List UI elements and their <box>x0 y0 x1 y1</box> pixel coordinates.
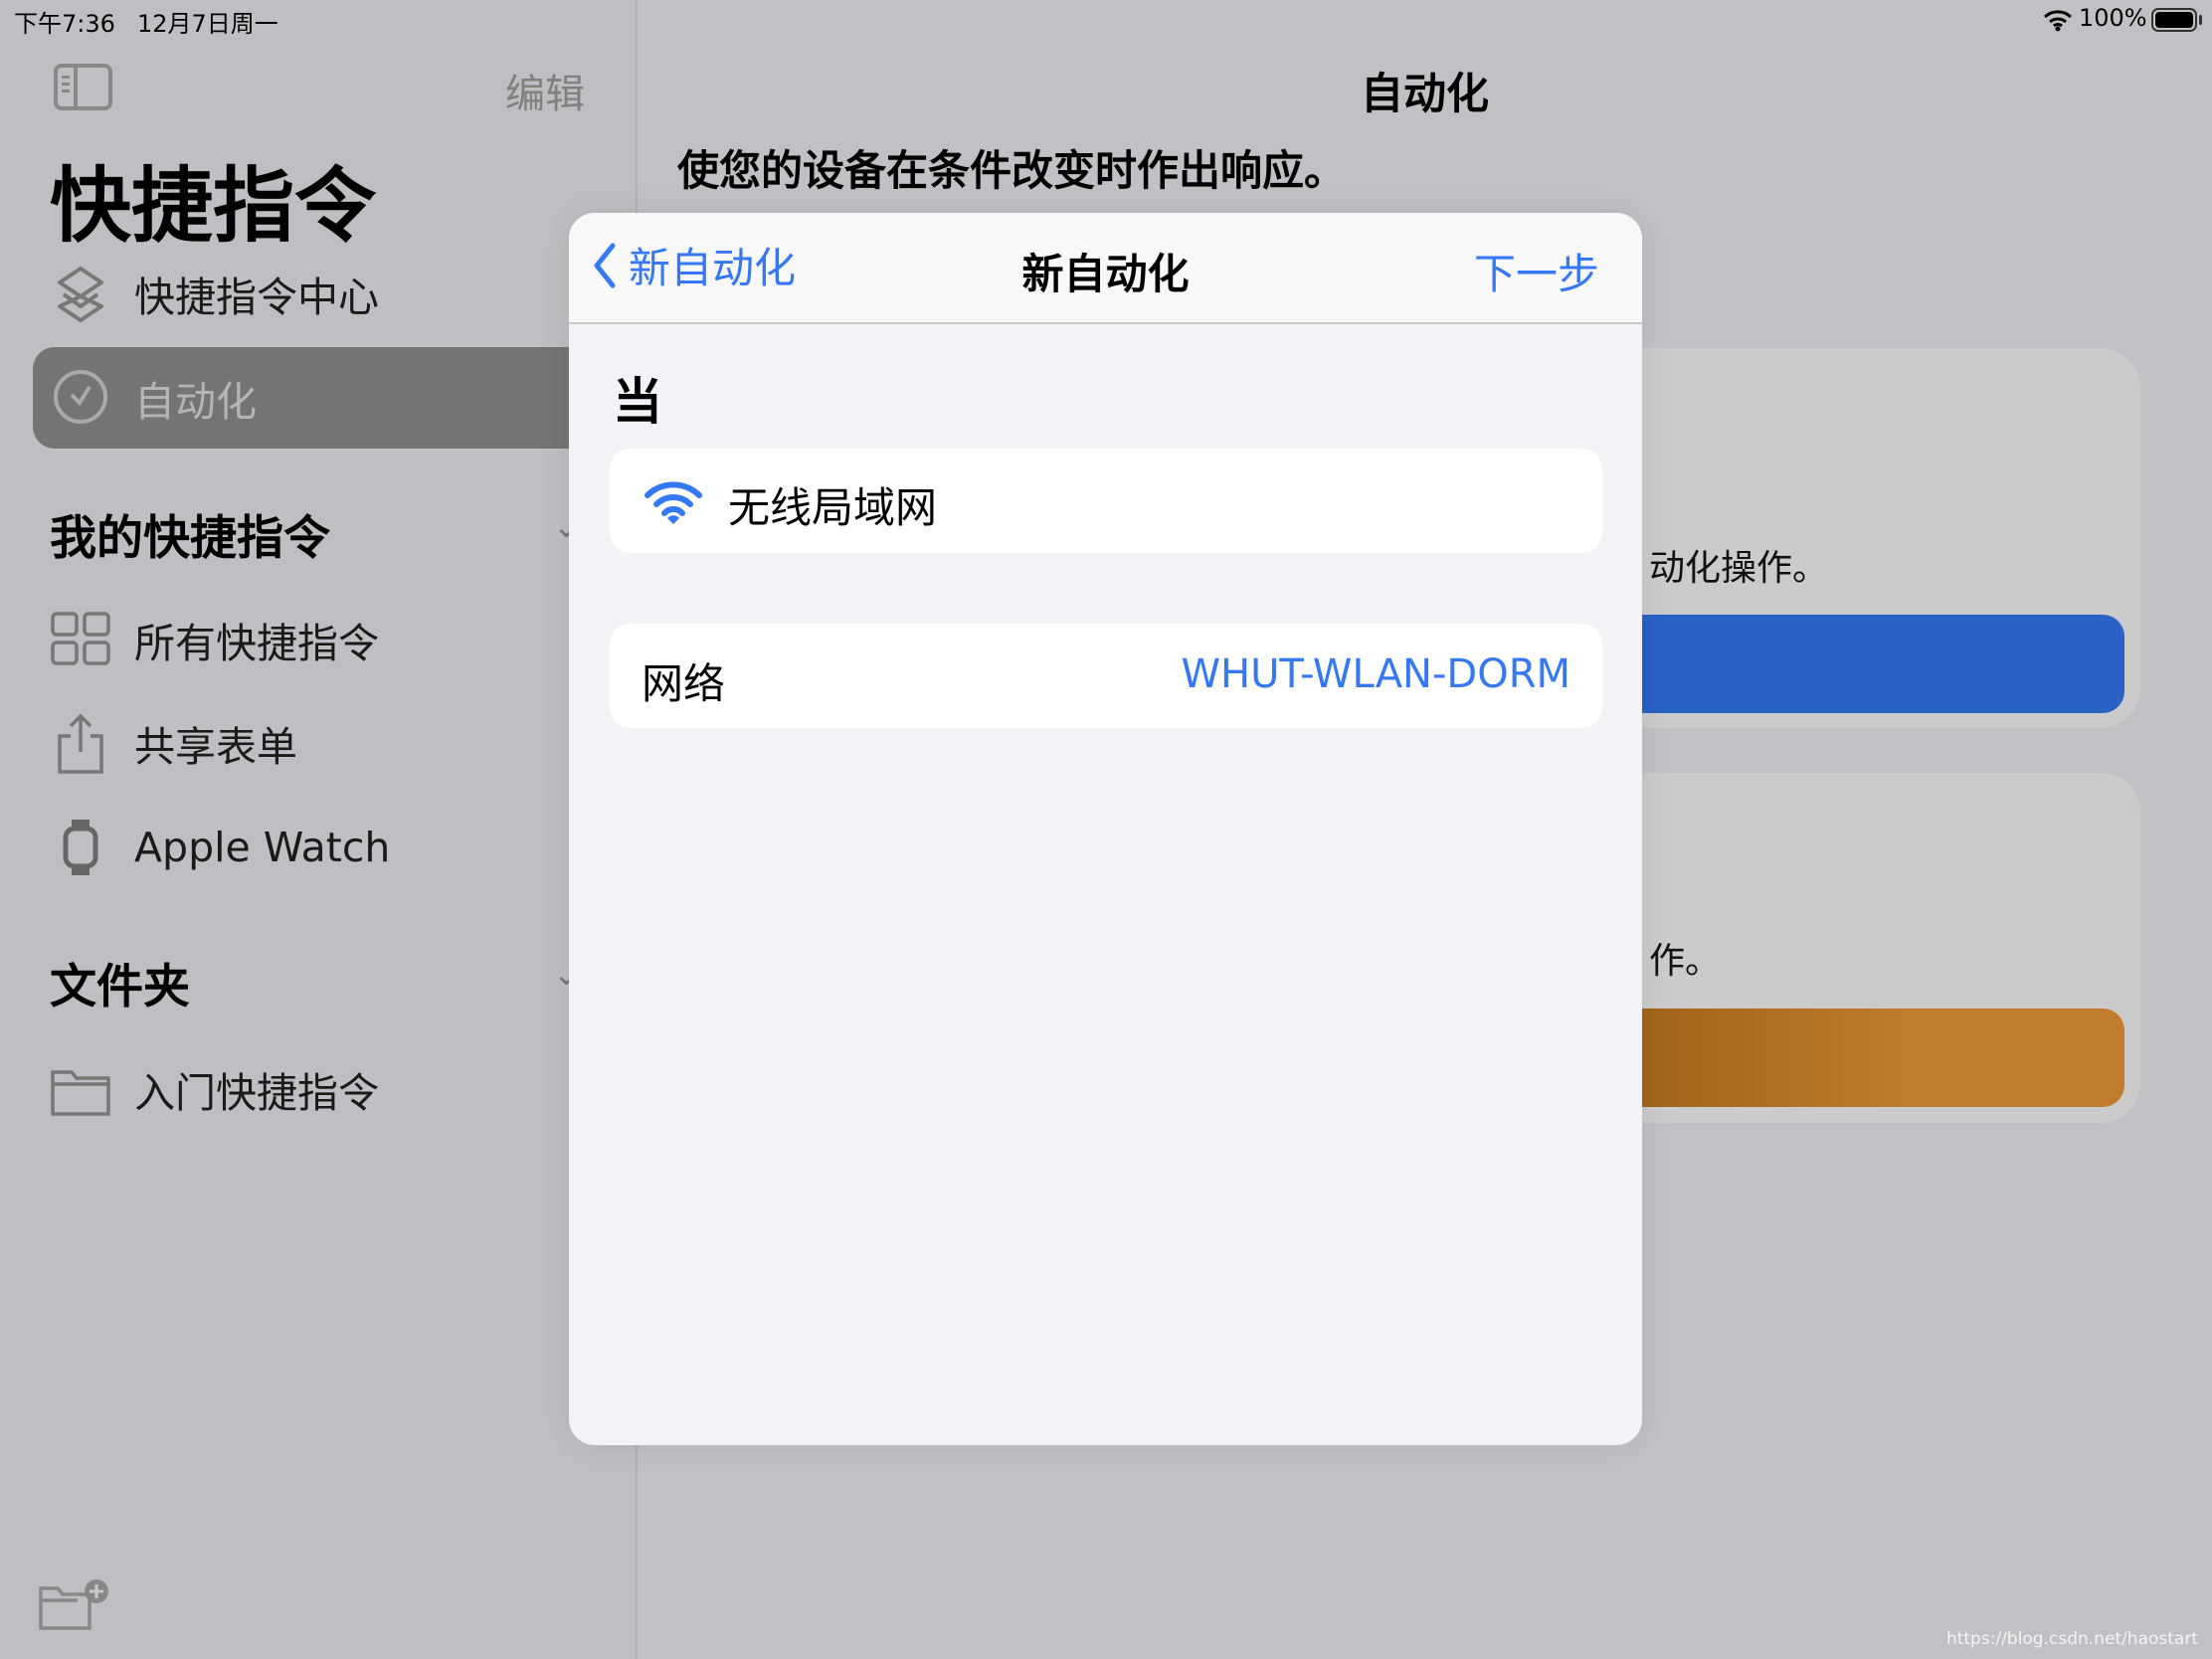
page-title: 自动化 <box>1361 70 1489 119</box>
sidebar-item-automation[interactable]: 自动化 <box>33 347 649 449</box>
sidebar-title: 快捷指令 <box>50 159 377 254</box>
my-shortcuts-header: 我的快捷指令 <box>50 511 330 566</box>
sidebar-item-folder[interactable]: 入门快捷指令 <box>0 1039 638 1139</box>
sidebar-item-label: 入门快捷指令 <box>134 1069 379 1117</box>
wifi-status-icon <box>2043 10 2073 32</box>
share-icon <box>58 713 103 774</box>
folders-header: 文件夹 <box>50 960 190 1014</box>
sidebar-item-label: 所有快捷指令 <box>134 620 379 667</box>
battery-percent: 100% <box>2079 4 2147 32</box>
trigger-row[interactable]: 无线局域网 <box>610 449 1602 553</box>
sidebar-item-gallery[interactable]: 快捷指令中心 <box>0 244 638 343</box>
network-row[interactable]: 网络 WHUT-WLAN-DORM <box>610 624 1602 728</box>
folder-icon <box>51 1070 110 1116</box>
sidebar: 编辑 快捷指令 快捷指令中心 自动化 我的快捷指令 ⌄ 所有快捷指令 共享表单 … <box>0 0 649 1659</box>
new-automation-sheet: 新自动化 新自动化 下一步 当 无线局域网 网络 WHUT-WLAN-DORM <box>569 213 1642 1445</box>
grid-icon <box>51 612 110 665</box>
card-description: 动化操作。 <box>1649 548 1829 589</box>
network-label: 网络 <box>642 659 726 708</box>
card-description: 作。 <box>1649 941 1722 982</box>
sidebar-item-label: Apple Watch <box>134 824 391 871</box>
sidebar-item-label: 自动化 <box>134 378 257 426</box>
gallery-layers-icon <box>58 267 103 322</box>
page-subtitle: 使您的设备在条件改变时作出响应。 <box>677 146 1347 195</box>
next-button[interactable]: 下一步 <box>1474 241 1599 301</box>
new-folder-icon[interactable] <box>38 1576 111 1632</box>
status-time: 下午7:36 <box>14 10 115 38</box>
sheet-header: 新自动化 新自动化 下一步 <box>569 213 1642 324</box>
trigger-label: 无线局域网 <box>728 483 938 532</box>
clock-icon <box>54 370 107 424</box>
sidebar-item-share-sheet[interactable]: 共享表单 <box>0 693 638 793</box>
watch-icon <box>63 820 98 875</box>
status-date: 12月7日周一 <box>137 10 278 38</box>
sidebar-toggle-icon[interactable] <box>54 64 112 110</box>
sidebar-item-label: 快捷指令中心 <box>134 274 379 321</box>
network-value[interactable]: WHUT-WLAN-DORM <box>1181 651 1570 697</box>
watermark: https://blog.csdn.net/haostart <box>1945 1629 2198 1649</box>
battery-icon <box>2151 8 2197 32</box>
sidebar-item-all-shortcuts[interactable]: 所有快捷指令 <box>0 590 638 689</box>
edit-button[interactable]: 编辑 <box>505 62 585 119</box>
wifi-icon <box>645 481 702 524</box>
sidebar-item-apple-watch[interactable]: Apple Watch <box>0 798 638 897</box>
sidebar-item-label: 共享表单 <box>134 723 297 771</box>
section-label: 当 <box>613 373 662 431</box>
